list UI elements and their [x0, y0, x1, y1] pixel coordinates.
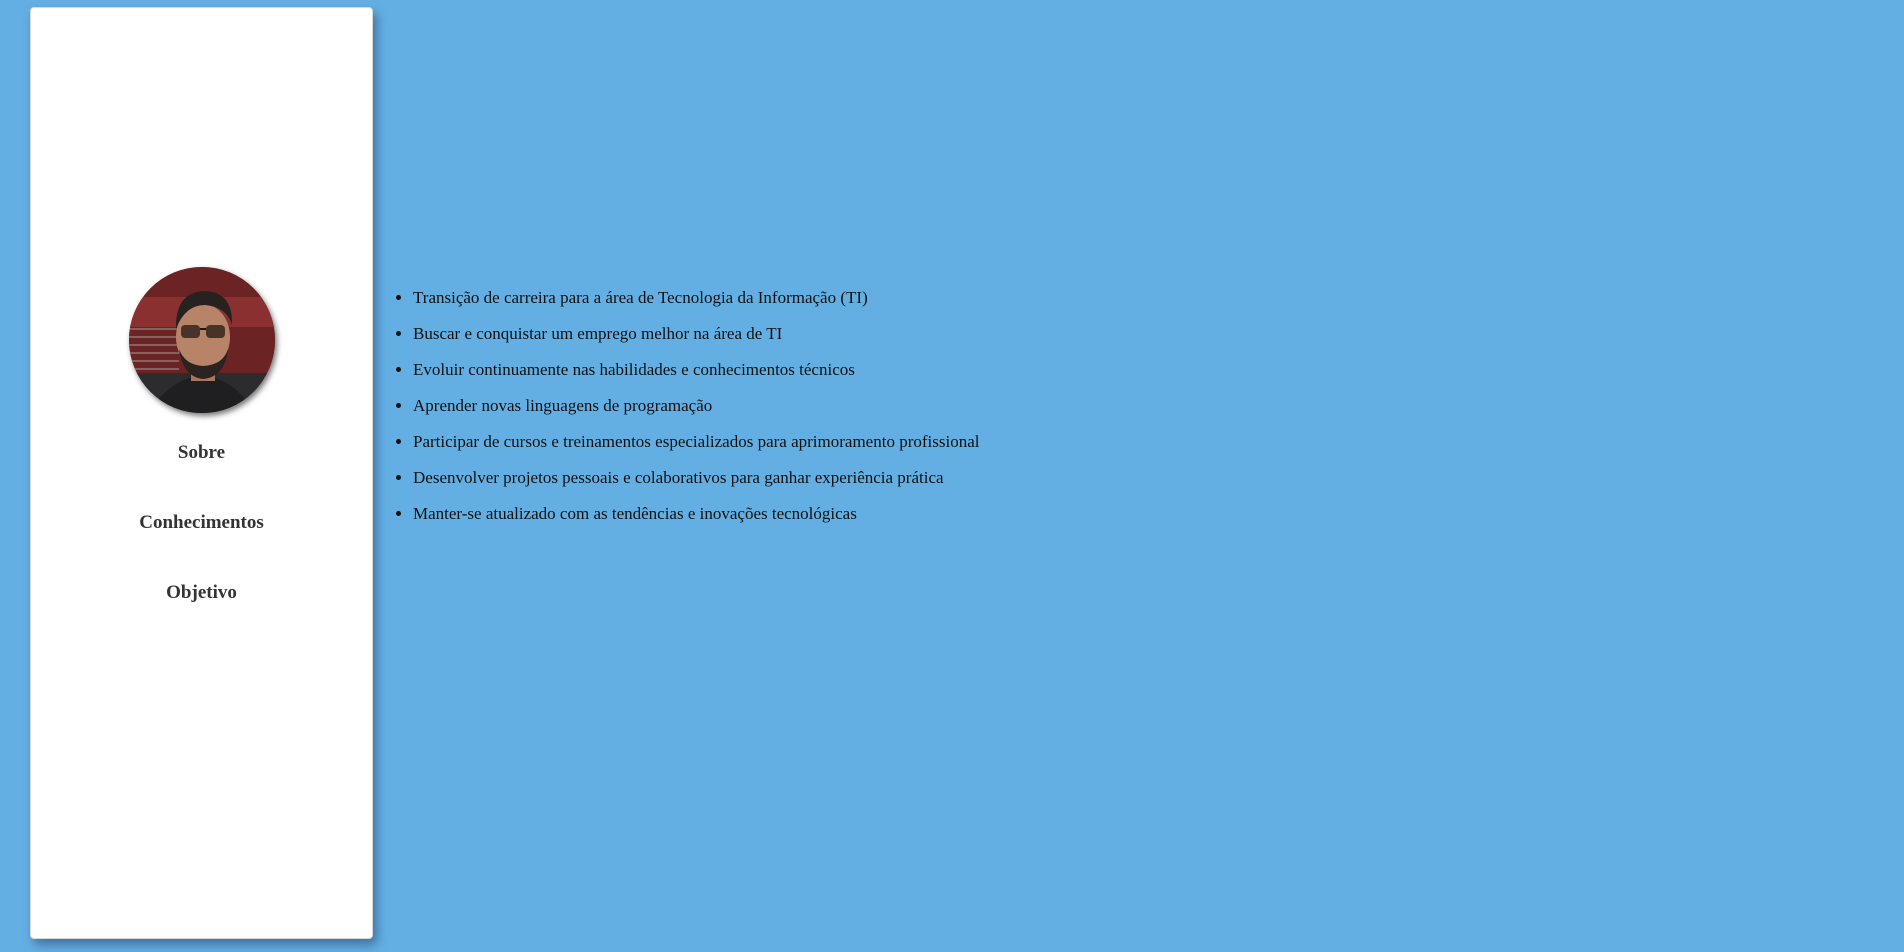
nav-item-objetivo[interactable]: Objetivo [139, 583, 264, 603]
nav-item-conhecimentos[interactable]: Conhecimentos [139, 513, 264, 583]
list-item: Aprender novas linguagens de programação [413, 393, 1788, 429]
list-item: Participar de cursos e treinamentos espe… [413, 429, 1788, 465]
list-item: Evoluir continuamente nas habilidades e … [413, 357, 1788, 393]
list-item: Transição de carreira para a área de Tec… [413, 285, 1788, 321]
avatar-photo [128, 267, 275, 413]
list-item: Desenvolver projetos pessoais e colabora… [413, 465, 1788, 501]
nav-item-sobre[interactable]: Sobre [139, 443, 264, 513]
avatar [128, 267, 275, 413]
objectives-list: Transição de carreira para a área de Tec… [388, 285, 1788, 537]
list-item: Buscar e conquistar um emprego melhor na… [413, 321, 1788, 357]
sidebar: Sobre Conhecimentos Objetivo [30, 7, 373, 939]
main-content: Transição de carreira para a área de Tec… [388, 285, 1788, 537]
sidebar-nav: Sobre Conhecimentos Objetivo [139, 443, 264, 603]
list-item: Manter-se atualizado com as tendências e… [413, 501, 1788, 537]
